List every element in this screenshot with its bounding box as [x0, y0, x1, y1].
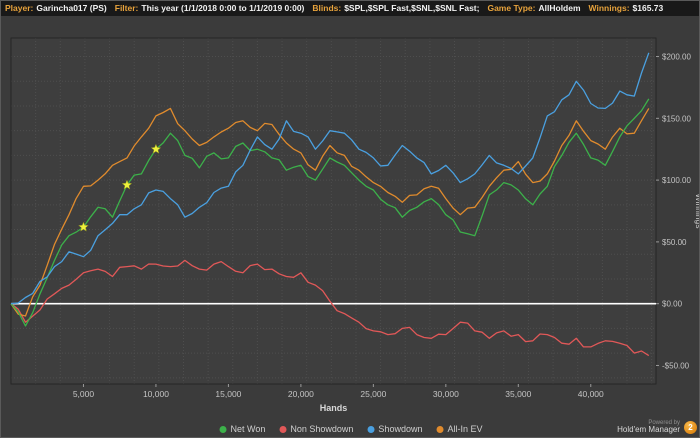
legend-item-all-in-ev: All-In EV	[436, 424, 482, 434]
winnings-label: Winnings:	[588, 3, 630, 13]
blinds-value[interactable]: $SPL,$SPL Fast,$SNL,$SNL Fast;	[344, 1, 479, 16]
x-tick-label: 15,000	[215, 389, 241, 399]
legend-item-showdown: Showdown	[367, 424, 422, 434]
y-tick-label: $100.00	[662, 176, 691, 185]
y-tick-label: -$50.00	[662, 361, 690, 370]
holdem-manager-graph-window: Player: Garincha017 (PS) Filter: This ye…	[0, 0, 700, 438]
winnings-chart: 5,000 10,000 15,000 20,000 25,000 30,000 35,00…	[10, 37, 700, 413]
brand-text: Hold'em Manager	[617, 425, 680, 435]
legend-label: All-In EV	[447, 424, 483, 434]
legend-item-net-won: Net Won	[219, 424, 266, 434]
y-tick-label: $200.00	[662, 53, 691, 62]
legend-item-non-showdown: Non Showdown	[279, 424, 353, 434]
blinds-label: Blinds:	[312, 3, 342, 13]
filter-label: Filter:	[114, 3, 139, 13]
x-tick-label: 5,000	[73, 389, 95, 399]
y-tick-label: $150.00	[662, 114, 691, 123]
x-tick-label: 30,000	[433, 389, 459, 399]
player-value[interactable]: Garincha017 (PS)	[36, 1, 106, 16]
y-tick-label: $50.00	[662, 238, 687, 247]
legend-label: Showdown	[378, 424, 423, 434]
x-axis-title: Hands	[320, 403, 348, 413]
legend-color-dot-icon	[279, 425, 287, 433]
legend-color-dot-icon	[367, 425, 375, 433]
chart-legend: Net Won Non Showdown Showdown All-In EV	[219, 424, 482, 434]
x-tick-label: 20,000	[288, 389, 314, 399]
hm2-logo-icon: 2	[684, 420, 697, 434]
winnings-graph-area: 5,000 10,000 15,000 20,000 25,000 30,000 35,00…	[1, 16, 700, 437]
player-label: Player:	[5, 3, 34, 13]
winnings-value: $165.73	[632, 3, 664, 13]
legend-label: Non Showdown	[290, 424, 354, 434]
filter-bar: Player: Garincha017 (PS) Filter: This ye…	[1, 1, 699, 16]
x-tick-label: 25,000	[360, 389, 386, 399]
x-tick-label: 40,000	[578, 389, 604, 399]
filter-value[interactable]: This year (1/1/2018 0:00 to 1/1/2019 0:0…	[141, 1, 304, 16]
x-tick-label: 35,000	[505, 389, 531, 399]
gametype-value[interactable]: AllHoldem	[539, 1, 581, 16]
legend-label: Net Won	[230, 424, 266, 434]
gametype-label: Game Type:	[487, 3, 536, 13]
x-tick-label: 10,000	[143, 389, 169, 399]
legend-color-dot-icon	[219, 425, 227, 433]
powered-by-brand: Powered by Hold'em Manager 2	[617, 420, 697, 435]
y-axis-title: Winnings	[694, 194, 700, 229]
legend-color-dot-icon	[436, 425, 444, 433]
y-tick-label: $0.00	[662, 300, 683, 309]
